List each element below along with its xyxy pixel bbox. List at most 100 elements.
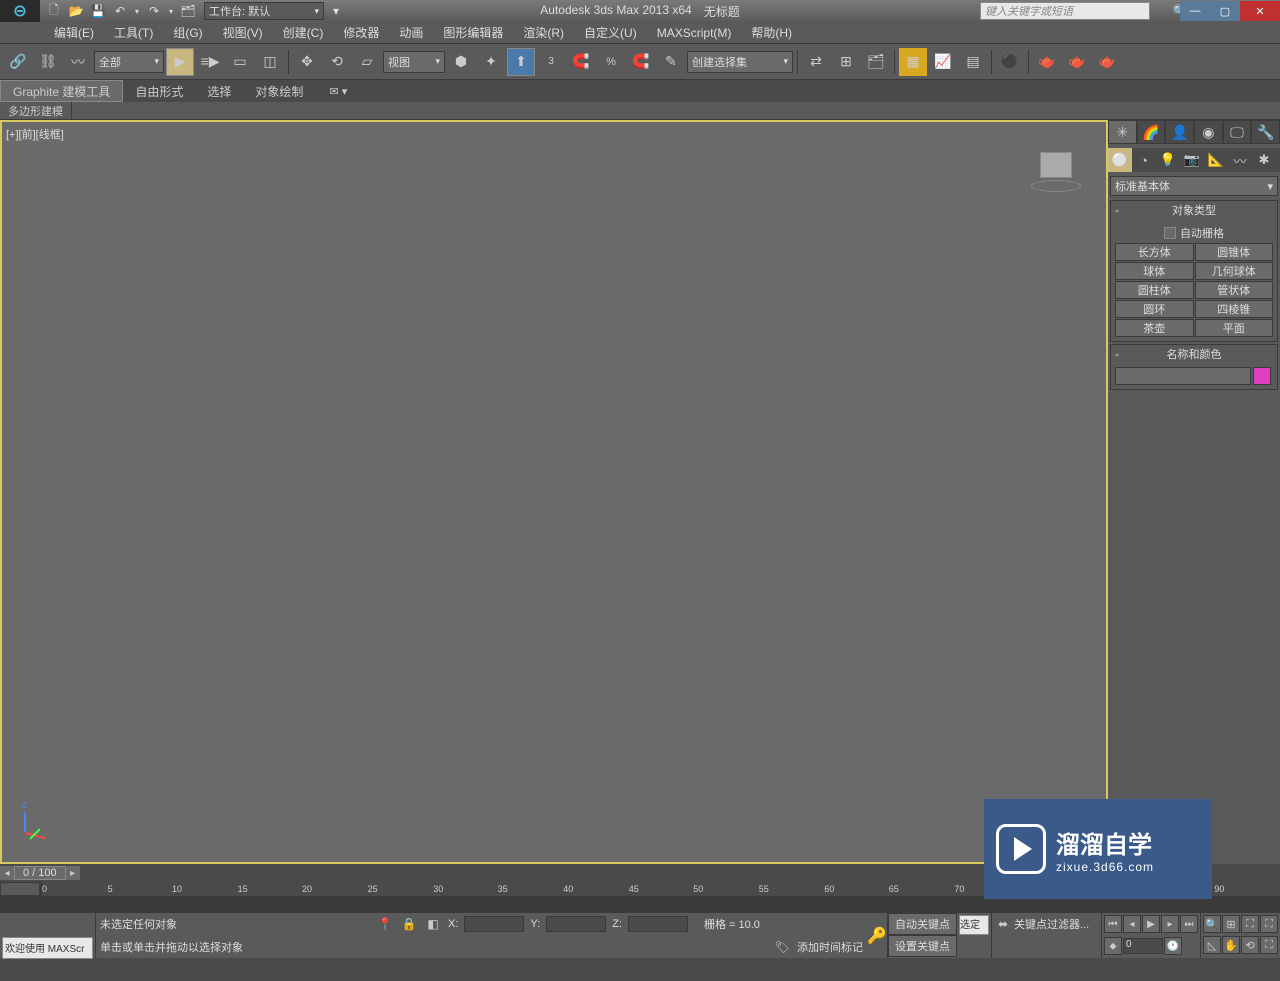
key-filters[interactable]: 关键点过滤器... (1014, 916, 1089, 932)
render-setup-icon[interactable]: 🫖 (1033, 48, 1061, 76)
pan-icon[interactable]: ✋ (1222, 936, 1240, 954)
cmdtab-display-icon[interactable]: 🖵 (1223, 120, 1252, 144)
scale-icon[interactable]: ▱ (353, 48, 381, 76)
lock-icon[interactable]: 🔒 (400, 915, 418, 933)
ribbon-expand-icon[interactable]: ✉ ▾ (323, 85, 353, 98)
menu-views[interactable]: 视图(V) (213, 22, 273, 43)
tab-objectpaint[interactable]: 对象绘制 (243, 80, 315, 102)
menu-maxscript[interactable]: MAXScript(M) (647, 22, 742, 43)
pivot-center-icon[interactable]: ⬢ (447, 48, 475, 76)
primitive-cone[interactable]: 圆锥体 (1195, 243, 1274, 261)
primitive-geosphere[interactable]: 几何球体 (1195, 262, 1274, 280)
save-icon[interactable]: 💾 (88, 2, 108, 20)
subtab-helpers-icon[interactable]: 📐 (1204, 148, 1228, 172)
current-frame-input[interactable]: 0 (1123, 938, 1163, 954)
orbit-icon[interactable]: ⟲ (1241, 936, 1259, 954)
menu-grapheditors[interactable]: 图形编辑器 (433, 22, 513, 43)
cmdtab-hierarchy-icon[interactable]: 👤 (1165, 120, 1194, 144)
tab-freeform[interactable]: 自由形式 (123, 80, 195, 102)
menu-edit[interactable]: 编辑(E) (44, 22, 104, 43)
subtab-systems-icon[interactable]: ✱ (1252, 148, 1276, 172)
time-slider-handle[interactable]: 0 / 100 (14, 866, 66, 880)
render-icon[interactable]: 🫖 (1093, 48, 1121, 76)
menu-modifiers[interactable]: 修改器 (333, 22, 389, 43)
app-logo-icon[interactable]: ⊝ (0, 0, 40, 22)
view-cube-ring[interactable] (1031, 180, 1081, 192)
new-icon[interactable]: 🗋 (44, 2, 64, 20)
edit-named-sel-icon[interactable]: ✎ (657, 48, 685, 76)
subtab-geometry-icon[interactable]: ⚪ (1108, 148, 1132, 172)
goto-start-icon[interactable]: ⏮ (1104, 915, 1122, 933)
graphite-toggle-icon[interactable]: ▦ (899, 48, 927, 76)
minimize-button[interactable]: — (1180, 1, 1210, 21)
keymode-filter[interactable]: 选定对 (959, 915, 989, 935)
cmdtab-utilities-icon[interactable]: 🔧 (1251, 120, 1280, 144)
undo-dropdown-icon[interactable]: ▾ (132, 2, 142, 20)
view-cube-face[interactable] (1040, 152, 1072, 178)
align-icon[interactable]: ⊞ (832, 48, 860, 76)
next-frame-icon[interactable]: ▸ (1161, 915, 1179, 933)
percent-snap-icon[interactable]: % (597, 48, 625, 76)
autogrid-checkbox[interactable] (1164, 227, 1176, 239)
named-selection-dropdown[interactable]: 创建选择集▾ (687, 51, 793, 73)
maximize-button[interactable]: ▢ (1210, 1, 1240, 21)
script-listener[interactable]: 欢迎使用 MAXScr (2, 937, 93, 959)
viewport[interactable]: [+][前][线框] (0, 120, 1108, 864)
menu-help[interactable]: 帮助(H) (741, 22, 802, 43)
menu-customize[interactable]: 自定义(U) (574, 22, 647, 43)
subtab-lights-icon[interactable]: 💡 (1156, 148, 1180, 172)
key-mode-icon[interactable]: ⬥ (1104, 937, 1122, 955)
prev-frame-icon[interactable]: ◂ (1123, 915, 1141, 933)
menu-tools[interactable]: 工具(T) (104, 22, 163, 43)
window-crossing-icon[interactable]: ◫ (256, 48, 284, 76)
mirror-icon[interactable]: ⇄ (802, 48, 830, 76)
primitive-plane[interactable]: 平面 (1195, 319, 1274, 337)
schematic-view-icon[interactable]: ▤ (959, 48, 987, 76)
subtab-spacewarps-icon[interactable]: 〰 (1228, 148, 1252, 172)
manipulate-icon[interactable]: ✦ (477, 48, 505, 76)
rect-selection-icon[interactable]: ▭ (226, 48, 254, 76)
time-tag-icon[interactable]: 🏷 (773, 938, 791, 956)
goto-end-icon[interactable]: ⏭ (1180, 915, 1198, 933)
trackbar-toggle-icon[interactable] (0, 882, 40, 896)
workspace-menu-icon[interactable]: ▾ (326, 2, 346, 20)
view-cube[interactable] (1026, 142, 1086, 192)
z-input[interactable] (628, 916, 688, 932)
move-icon[interactable]: ✥ (293, 48, 321, 76)
zoom-all-icon[interactable]: ⊞ (1222, 915, 1240, 933)
angle-snap-icon[interactable]: 🧲 (567, 48, 595, 76)
keyboard-shortcut-icon[interactable]: ⬆ (507, 48, 535, 76)
menu-animation[interactable]: 动画 (389, 22, 433, 43)
select-by-name-icon[interactable]: ≡▶ (196, 48, 224, 76)
cmdtab-create-icon[interactable]: ✳ (1108, 120, 1137, 144)
project-icon[interactable]: 🗂 (178, 2, 198, 20)
autokey-button[interactable]: 自动关键点 (888, 913, 957, 935)
rotate-icon[interactable]: ⟲ (323, 48, 351, 76)
redo-icon[interactable]: ↷ (144, 2, 164, 20)
rollout-header-objtype[interactable]: - 对象类型 (1111, 201, 1277, 219)
add-time-marker[interactable]: 添加时间标记 (797, 939, 863, 955)
x-input[interactable] (464, 916, 524, 932)
y-input[interactable] (546, 916, 606, 932)
menu-group[interactable]: 组(G) (163, 22, 212, 43)
time-config-icon[interactable]: 🕐 (1164, 937, 1182, 955)
zoom-extents-all-icon[interactable]: ⛶ (1260, 915, 1278, 933)
primitive-pyramid[interactable]: 四棱锥 (1195, 300, 1274, 318)
primitive-tube[interactable]: 管状体 (1195, 281, 1274, 299)
primitive-box[interactable]: 长方体 (1115, 243, 1194, 261)
redo-dropdown-icon[interactable]: ▾ (166, 2, 176, 20)
close-button[interactable]: ✕ (1240, 1, 1280, 21)
tab-graphite[interactable]: Graphite 建模工具 (0, 80, 123, 102)
fov-icon[interactable]: ◺ (1203, 936, 1221, 954)
rendered-frame-icon[interactable]: 🫖 (1063, 48, 1091, 76)
primitive-sphere[interactable]: 球体 (1115, 262, 1194, 280)
object-name-input[interactable] (1115, 367, 1251, 385)
zoom-extents-icon[interactable]: ⛶ (1241, 915, 1259, 933)
spinner-snap-icon[interactable]: 🧲 (627, 48, 655, 76)
selection-filter-dropdown[interactable]: 全部▾ (94, 51, 164, 73)
lock-selection-icon[interactable]: 📍 (376, 915, 394, 933)
bind-spacewarp-icon[interactable]: 〰 (64, 48, 92, 76)
material-editor-icon[interactable]: ⚫ (996, 48, 1024, 76)
setkey-button[interactable]: 设置关键点 (888, 935, 957, 957)
isolate-icon[interactable]: ◧ (424, 915, 442, 933)
